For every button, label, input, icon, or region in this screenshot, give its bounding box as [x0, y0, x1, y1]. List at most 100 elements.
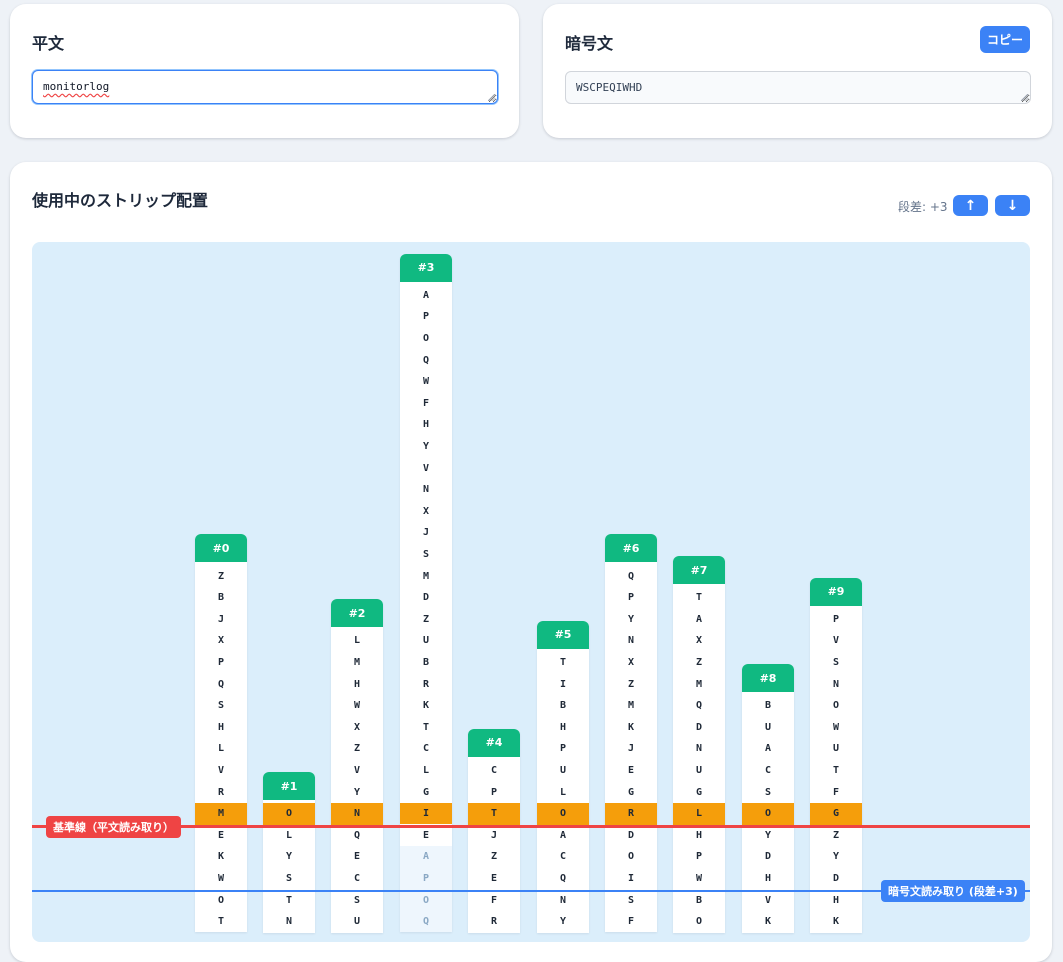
strip-cell: P — [832, 613, 840, 625]
strip-cell: A — [422, 289, 430, 301]
strip-cell: K — [422, 700, 430, 712]
strip-2[interactable]: #2 L M H W X Z V Y N Q E C S U — [331, 599, 383, 933]
strip-cell: C — [422, 743, 430, 755]
strip-cell: T — [422, 721, 430, 733]
strip-cell: N — [627, 635, 635, 647]
cipher-read-label: 暗号文読み取り (段差+3) — [881, 880, 1025, 902]
strip-header[interactable]: #3 — [400, 253, 452, 282]
offset-label: 段差: +3 — [898, 200, 948, 214]
strip-cell: X — [695, 635, 703, 647]
strip-cell: I — [627, 873, 635, 884]
strip-cell: M — [422, 570, 430, 582]
strip-cell: B — [422, 656, 430, 668]
strip-cell: S — [627, 894, 635, 906]
strip-cell: R — [422, 678, 430, 690]
strip-header[interactable]: #5 — [537, 620, 589, 649]
strip-header[interactable]: #7 — [673, 556, 725, 584]
strip-cell: S — [764, 786, 772, 798]
strip-cell: A — [695, 613, 703, 625]
strip-header[interactable]: #8 — [742, 664, 794, 692]
strip-cell: J — [217, 613, 225, 625]
strip-cell: S — [285, 873, 293, 885]
arrow-down-icon: ↓ — [1006, 197, 1019, 214]
strip-cell: W — [695, 873, 703, 885]
strip-cell: U — [764, 721, 772, 733]
strip-cell: Y — [285, 851, 293, 863]
strip-arrangement-title: 使用中のストリップ配置 — [32, 191, 209, 210]
ciphertext-card: 暗号文 コピー WSCPEQIWHD — [543, 4, 1052, 138]
strip-1[interactable]: #1 O L Y S T N — [263, 772, 315, 933]
strip-8[interactable]: #8 B U A C S O Y D H V K — [742, 664, 794, 933]
strip-cell: W — [353, 700, 361, 712]
strip-cell: H — [832, 894, 840, 906]
plaintext-title: 平文 — [32, 34, 65, 53]
strip-cell: X — [422, 505, 430, 517]
strip-cell: A — [764, 743, 772, 755]
strip-header[interactable]: #6 — [605, 534, 657, 563]
strip-cell: P — [695, 851, 703, 863]
strip-cell: Y — [353, 786, 361, 798]
ciphertext-output-value: WSCPEQIWHD — [576, 81, 643, 94]
strip-cell: P — [400, 867, 452, 890]
strip-0[interactable]: #0 Z B J X P Q S H L V R M E K W O T — [195, 534, 247, 933]
plaintext-input[interactable]: monitorlog — [32, 70, 498, 104]
strip-cell: E — [353, 851, 361, 863]
strip-cell: H — [217, 721, 225, 733]
strip-cell: V — [422, 462, 430, 474]
strip-cell: O — [627, 851, 635, 863]
strip-cell: J — [422, 527, 430, 539]
strip-cell: Y — [627, 613, 635, 625]
strip-cell: U — [422, 635, 430, 647]
strip-header[interactable]: #4 — [468, 728, 520, 757]
strip-cell: X — [353, 721, 361, 733]
strip-cell: V — [217, 765, 225, 777]
strip-6[interactable]: #6 Q P Y N X Z M K J E G R D O I S F — [605, 534, 657, 933]
strip-cell: D — [764, 851, 772, 863]
ciphertext-output[interactable]: WSCPEQIWHD — [565, 71, 1031, 104]
strip-cell: K — [764, 916, 772, 928]
strip-cell-highlighted: O — [263, 803, 315, 825]
strip-cell: R — [217, 786, 225, 798]
strip-cell: Z — [490, 851, 498, 863]
strip-cell: N — [695, 743, 703, 755]
strip-cell: T — [832, 765, 840, 777]
strip-cell: E — [627, 765, 635, 777]
strip-cell: U — [353, 916, 361, 928]
strip-cell: U — [559, 765, 567, 777]
strip-cell: Q — [559, 873, 567, 885]
strip-cell: Q — [400, 910, 452, 933]
offset-up-button[interactable]: ↑ — [953, 195, 988, 216]
strip-header[interactable]: #9 — [810, 577, 862, 606]
strip-cell: O — [832, 700, 840, 712]
ciphertext-title: 暗号文 — [565, 34, 614, 53]
strip-cell-highlighted: L — [673, 802, 725, 825]
resize-handle-icon[interactable] — [1021, 94, 1028, 101]
baseline-line — [32, 825, 1030, 828]
strip-4[interactable]: #4 C P T J Z E F R — [468, 728, 520, 933]
strip-3[interactable]: #3 A P O Q W F H Y V N X J S M D Z U B R K T C L G I E A P O Q — [400, 253, 452, 933]
strip-cell: G — [695, 786, 703, 798]
strip-cell: P — [422, 311, 430, 323]
strip-9[interactable]: #9 P V S N O W U T F G Z Y D H K — [810, 577, 862, 933]
resize-handle-icon[interactable] — [488, 94, 495, 101]
strip-cell: N — [422, 484, 430, 496]
strip-cell: Q — [422, 354, 430, 366]
copy-button[interactable]: コピー — [980, 26, 1030, 53]
strip-cell: E — [490, 873, 498, 885]
offset-down-button[interactable]: ↓ — [995, 195, 1030, 216]
strip-cell: Y — [559, 916, 567, 928]
strip-header[interactable]: #0 — [195, 534, 247, 563]
strip-area: #0 Z B J X P Q S H L V R M E K W O T #1 O L Y S T N #2 L M H W X Z V Y N Q E… — [32, 242, 1030, 942]
strip-cell: S — [832, 657, 840, 669]
strip-cell: V — [353, 765, 361, 777]
strip-header[interactable]: #2 — [331, 599, 383, 628]
strip-7[interactable]: #7 T A X Z M Q D N U G L H P W B O — [673, 556, 725, 933]
strip-cell: T — [217, 916, 225, 928]
strip-cell-highlighted: O — [537, 802, 589, 825]
strip-header[interactable]: #1 — [263, 772, 315, 800]
strip-5[interactable]: #5 T I B H P U L O A C Q N Y — [537, 620, 589, 933]
strip-cell: L — [353, 635, 361, 647]
strip-cell-highlighted: M — [195, 802, 247, 825]
strip-cell: S — [353, 894, 361, 906]
strip-cell-highlighted: N — [331, 802, 383, 825]
